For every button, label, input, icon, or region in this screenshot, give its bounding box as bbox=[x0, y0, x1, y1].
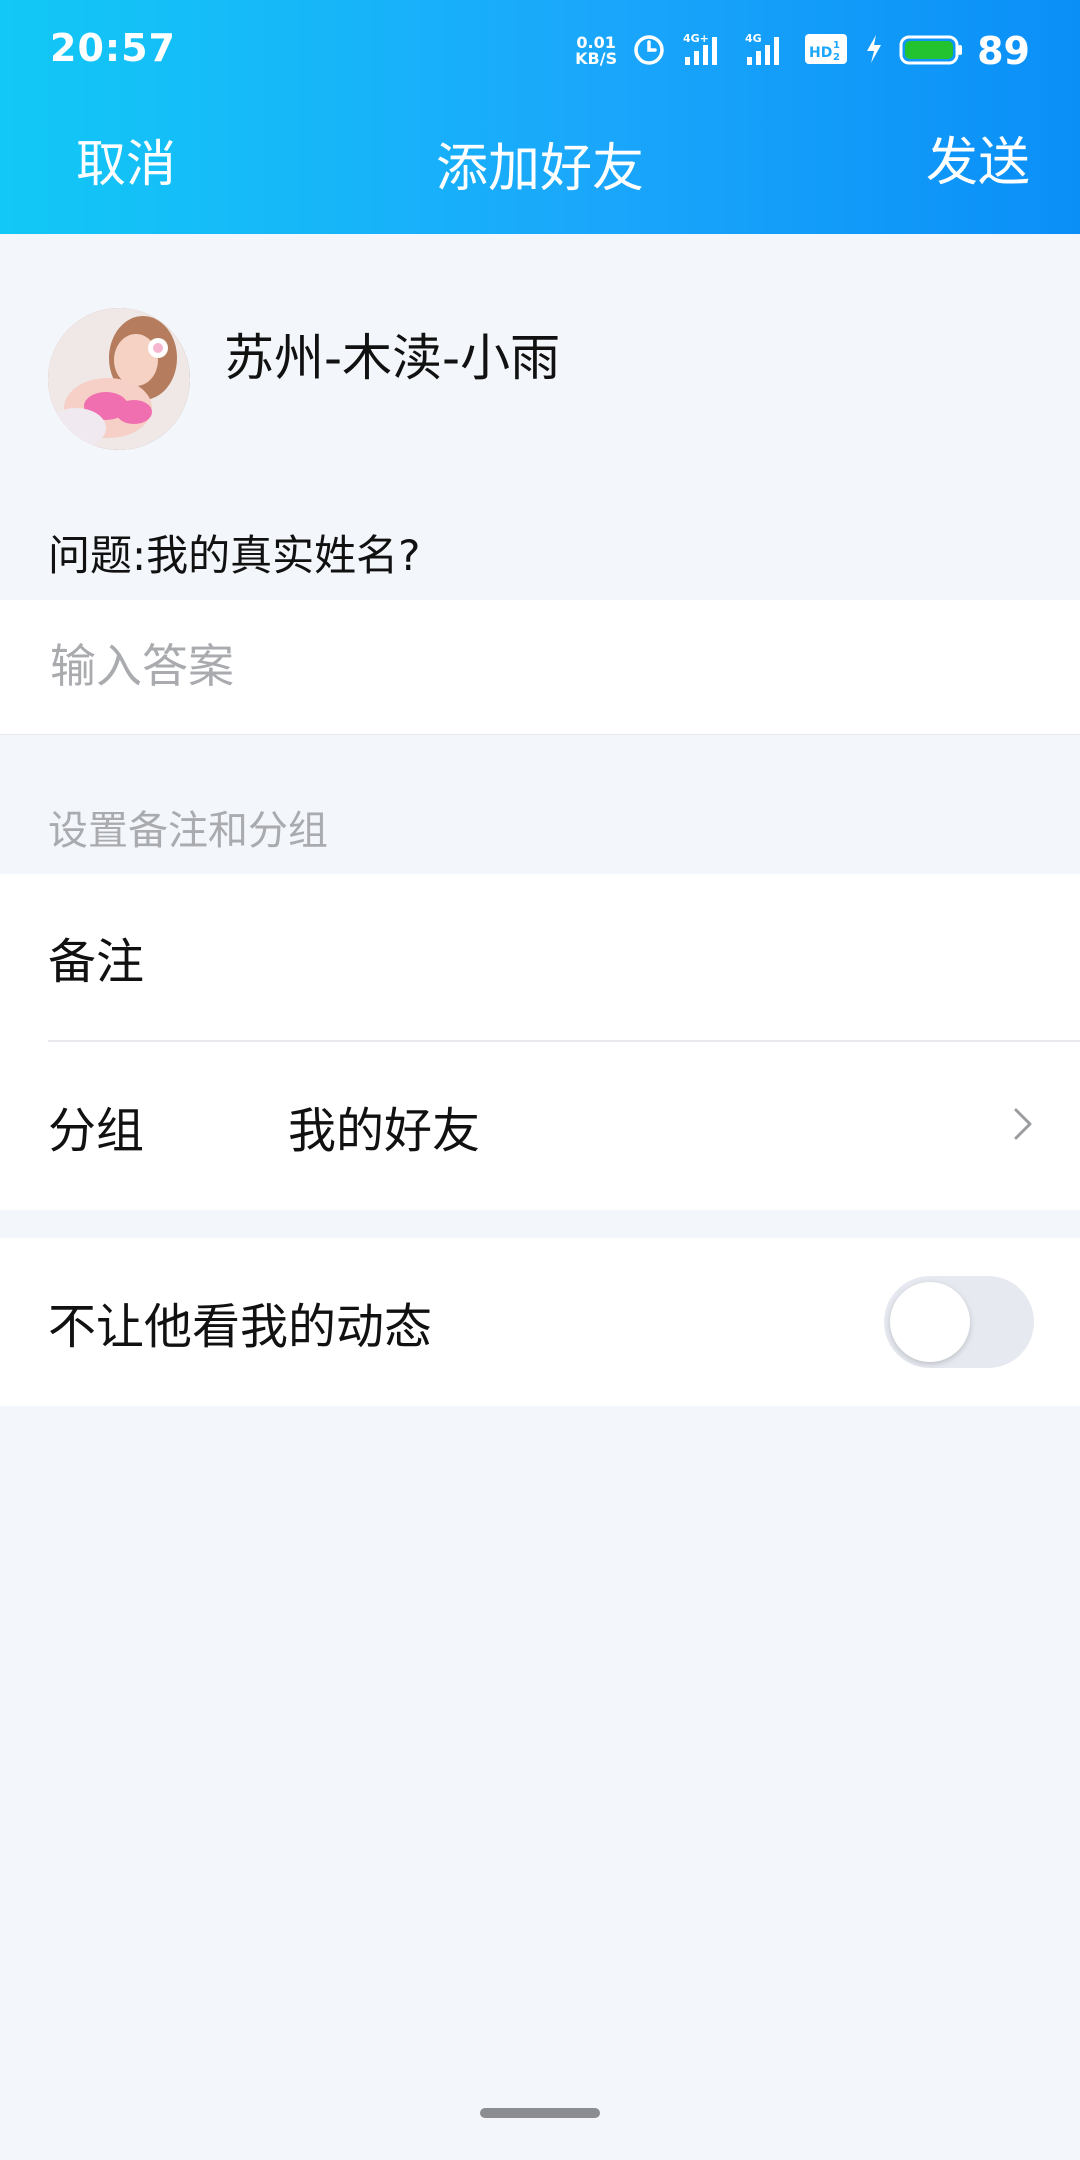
alarm-icon bbox=[631, 31, 667, 71]
status-time: 20:57 bbox=[50, 26, 176, 70]
svg-text:1: 1 bbox=[833, 40, 840, 51]
send-button[interactable]: 发送 bbox=[926, 120, 1030, 195]
profile-name: 苏州-木渎-小雨 bbox=[224, 329, 561, 387]
remark-row[interactable]: 备注 bbox=[0, 874, 1080, 1040]
privacy-row: 不让他看我的动态 bbox=[0, 1238, 1080, 1406]
svg-text:2: 2 bbox=[833, 52, 840, 63]
home-indicator[interactable] bbox=[480, 2108, 600, 2118]
hd-label: HD bbox=[809, 45, 832, 61]
toggle-knob bbox=[890, 1282, 970, 1362]
group-value: 我的好友 bbox=[288, 1103, 481, 1159]
signal-4g-label: 4G bbox=[745, 32, 762, 45]
hd-voice-icon: HD 1 2 bbox=[803, 31, 849, 71]
signal-4g-plus-label: 4G+ bbox=[683, 32, 709, 45]
section-label: 设置备注和分组 bbox=[48, 808, 328, 854]
charging-icon bbox=[863, 31, 885, 71]
header-bar: 20:57 0.01 KB/S 4G+ 4G HD 1 2 89 取消 添加好友… bbox=[0, 0, 1080, 234]
group-label: 分组 bbox=[48, 1103, 145, 1159]
nav-bar: 取消 添加好友 发送 bbox=[0, 110, 1080, 210]
profile-header: 苏州-木渎-小雨 bbox=[48, 308, 1038, 458]
remark-group-card: 备注 分组 我的好友 bbox=[0, 874, 1080, 1210]
privacy-card: 不让他看我的动态 bbox=[0, 1238, 1080, 1406]
group-row[interactable]: 分组 我的好友 bbox=[0, 1042, 1080, 1210]
answer-input[interactable] bbox=[48, 630, 1012, 702]
answer-row bbox=[0, 600, 1080, 735]
privacy-toggle-label: 不让他看我的动态 bbox=[48, 1299, 433, 1355]
page-title: 添加好友 bbox=[435, 139, 644, 199]
battery-level: 89 bbox=[977, 29, 1030, 73]
status-bar: 20:57 0.01 KB/S 4G+ 4G HD 1 2 89 bbox=[0, 0, 1080, 100]
status-icons: 0.01 KB/S 4G+ 4G HD 1 2 89 bbox=[575, 26, 1030, 76]
net-speed: 0.01 KB/S bbox=[575, 35, 617, 67]
battery-icon bbox=[899, 31, 963, 71]
chevron-right-icon bbox=[1010, 1104, 1036, 1148]
avatar[interactable] bbox=[48, 308, 190, 450]
privacy-toggle[interactable] bbox=[884, 1276, 1034, 1368]
signal-icon: 4G+ bbox=[681, 31, 729, 71]
verification-question: 问题:我的真实姓名? bbox=[48, 531, 421, 580]
signal-icon: 4G bbox=[743, 31, 789, 71]
net-speed-unit: KB/S bbox=[575, 49, 618, 68]
remark-label: 备注 bbox=[48, 934, 145, 990]
